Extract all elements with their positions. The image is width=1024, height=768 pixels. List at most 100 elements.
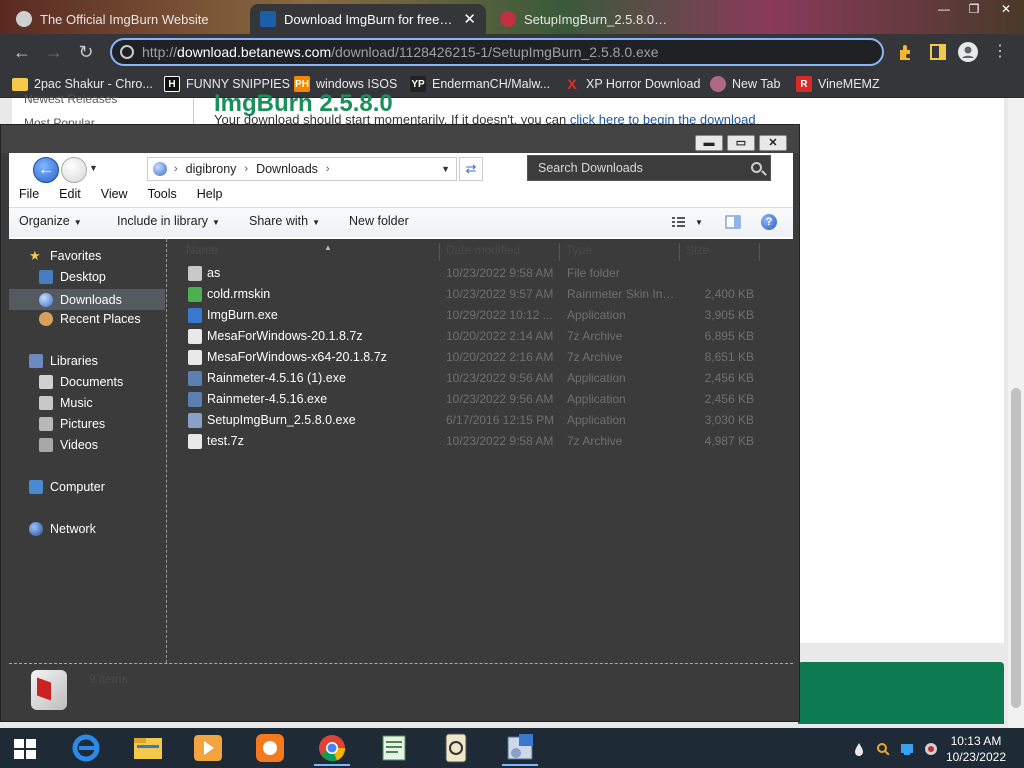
tab-imgburn-official[interactable]: The Official ImgBurn Website — [6, 4, 246, 34]
page-scrollbar[interactable] — [1008, 98, 1024, 728]
back-arrow-icon[interactable]: ← — [10, 40, 34, 64]
new-folder-button[interactable]: New folder — [349, 214, 409, 228]
file-row[interactable]: Rainmeter-4.5.16.exe 10/23/2022 9:56 AM Ap… — [168, 389, 768, 410]
close-button[interactable]: ✕ — [759, 135, 787, 151]
uc-browser-icon[interactable] — [246, 730, 294, 766]
search-tray-icon[interactable] — [876, 742, 890, 756]
file-name: Rainmeter-4.5.16 (1).exe — [207, 371, 346, 385]
side-panel-icon[interactable] — [928, 42, 948, 62]
clock-time: 10:13 AM — [950, 734, 1002, 748]
share-with-button[interactable]: Share with ▼ — [249, 214, 320, 228]
file-row[interactable]: test.7z 10/23/2022 9:58 AM 7z Archive 4,987… — [168, 431, 768, 452]
bookmark-endermanch[interactable]: YP EndermanCH/Malw... — [410, 75, 550, 93]
minimize-browser-button[interactable]: — — [930, 0, 958, 18]
profile-avatar-icon[interactable] — [958, 42, 978, 62]
view-dropdown-icon[interactable]: ▼ — [695, 218, 703, 227]
column-name[interactable]: Name ▲ — [186, 243, 440, 261]
help-icon[interactable]: ? — [761, 214, 777, 230]
clock-app-icon[interactable] — [432, 730, 480, 766]
nav-recent-places[interactable]: Recent Places — [39, 312, 141, 326]
menu-view[interactable]: View — [91, 185, 138, 205]
file-row[interactable]: MesaForWindows-x64-20.1.8.7z 10/20/2022 2… — [168, 347, 768, 368]
tab-setup-imgburn[interactable]: SetupImgBurn_2.5.8.0.exe — [490, 4, 680, 34]
nav-desktop[interactable]: Desktop — [39, 270, 106, 284]
file-row[interactable]: SetupImgBurn_2.5.8.0.exe 6/17/2016 12:15 … — [168, 410, 768, 431]
recent-pages-dropdown[interactable]: ▼ — [89, 163, 98, 173]
maximize-browser-button[interactable]: ❐ — [960, 0, 988, 18]
reload-icon[interactable]: ↻ — [74, 40, 98, 64]
file-name: test.7z — [207, 434, 244, 448]
back-button[interactable]: ← — [33, 157, 59, 183]
menu-file[interactable]: File — [9, 185, 49, 205]
rainmeter-tray-icon[interactable] — [852, 742, 866, 756]
menu-edit[interactable]: Edit — [49, 185, 91, 205]
file-row[interactable]: MesaForWindows-20.1.8.7z 10/20/2022 2:14 … — [168, 326, 768, 347]
minimize-button[interactable]: ▬ — [695, 135, 723, 151]
file-row[interactable]: Rainmeter-4.5.16 (1).exe 10/23/2022 9:56 … — [168, 368, 768, 389]
address-dropdown[interactable]: ▼ — [441, 164, 450, 174]
chrome-icon[interactable] — [308, 730, 356, 766]
nav-pictures[interactable]: Pictures — [39, 417, 105, 431]
file-type: Rainmeter Skin Ins... — [567, 287, 677, 301]
column-type[interactable]: Type — [566, 243, 680, 261]
start-button[interactable] — [14, 739, 36, 759]
nav-documents[interactable]: Documents — [39, 375, 123, 389]
organize-button[interactable]: Organize ▼ — [19, 214, 82, 228]
internet-explorer-icon[interactable] — [62, 730, 110, 766]
sidebar-link-newest[interactable]: Newest Releases — [12, 92, 193, 106]
bookmark-2pac[interactable]: 2pac Shakur - Chro... — [12, 75, 153, 93]
file-date-modified: 10/23/2022 9:58 AM — [446, 266, 554, 280]
close-tab-icon[interactable]: ✕ — [463, 10, 476, 28]
file-name: cold.rmskin — [207, 287, 271, 301]
search-icon[interactable] — [751, 162, 762, 173]
display-tray-icon[interactable] — [900, 742, 914, 756]
browser-toolbar: ← → ↻ http://download.betanews.com/downl… — [0, 34, 1024, 70]
nav-music[interactable]: Music — [39, 396, 93, 410]
include-in-library-button[interactable]: Include in library ▼ — [117, 214, 220, 228]
bookmark-new-tab[interactable]: New Tab — [710, 75, 780, 93]
file-row[interactable]: ImgBurn.exe 10/29/2022 10:12 ... Applicati… — [168, 305, 768, 326]
file-row[interactable]: as 10/23/2022 9:58 AM File folder — [168, 263, 768, 284]
file-date-modified: 10/20/2022 2:16 AM — [446, 350, 554, 364]
breadcrumb-digibrony[interactable]: digibrony — [186, 162, 237, 176]
address-breadcrumb[interactable]: › digibrony › Downloads › ▼ — [147, 157, 457, 181]
setup-icon[interactable] — [496, 730, 544, 766]
forward-button[interactable] — [61, 157, 87, 183]
forward-arrow-icon[interactable]: → — [42, 40, 66, 64]
column-date-modified[interactable]: Date modified — [446, 243, 560, 261]
app-icon — [188, 371, 202, 386]
page-scroll-thumb[interactable] — [1011, 388, 1021, 708]
file-row[interactable]: cold.rmskin 10/23/2022 9:57 AM Rainmeter S… — [168, 284, 768, 305]
nav-network[interactable]: Network — [29, 522, 96, 536]
maximize-button[interactable]: ▭ — [727, 135, 755, 151]
media-player-icon[interactable] — [184, 730, 232, 766]
preview-pane-icon[interactable] — [725, 214, 741, 230]
system-clock[interactable]: 10:13 AM 10/23/2022 — [946, 733, 1006, 765]
bookmark-xp-horror[interactable]: X XP Horror Download — [564, 75, 700, 93]
address-bar[interactable]: http://download.betanews.com/download/11… — [110, 38, 884, 66]
nav-computer[interactable]: Computer — [29, 480, 105, 494]
refresh-button[interactable]: ⇄ — [459, 157, 483, 181]
nav-favorites[interactable]: ★ Favorites — [29, 249, 101, 264]
nav-videos[interactable]: Videos — [39, 438, 98, 452]
explorer-titlebar[interactable]: ▬ ▭ ✕ — [1, 125, 799, 153]
menu-tools[interactable]: Tools — [138, 185, 187, 205]
column-size[interactable]: Size — [686, 243, 760, 261]
bookmark-vinememz[interactable]: R VineMEMZ — [796, 75, 880, 93]
notepad-icon[interactable] — [370, 730, 418, 766]
file-size: 3,030 KB — [704, 413, 754, 427]
menu-dots-icon[interactable]: ⋮ — [988, 40, 1012, 64]
extensions-icon[interactable] — [896, 42, 916, 62]
breadcrumb-downloads[interactable]: Downloads — [256, 162, 318, 176]
nav-libraries[interactable]: Libraries — [29, 354, 98, 368]
file-explorer-icon[interactable] — [124, 730, 172, 766]
nav-downloads[interactable]: Downloads — [9, 289, 165, 310]
menu-help[interactable]: Help — [187, 185, 233, 205]
file-name: SetupImgBurn_2.5.8.0.exe — [207, 413, 356, 427]
volume-tray-icon[interactable] — [924, 742, 938, 756]
view-options-icon[interactable] — [671, 214, 687, 230]
tab-download-imgburn[interactable]: Download ImgBurn for free | File ✕ — [250, 4, 486, 34]
close-browser-button[interactable]: ✕ — [992, 0, 1020, 18]
search-input[interactable]: Search Downloads — [527, 155, 771, 181]
explorer-window: ▬ ▭ ✕ ← ▼ › digibrony › Downloads › ▼ ⇄ … — [0, 124, 800, 722]
